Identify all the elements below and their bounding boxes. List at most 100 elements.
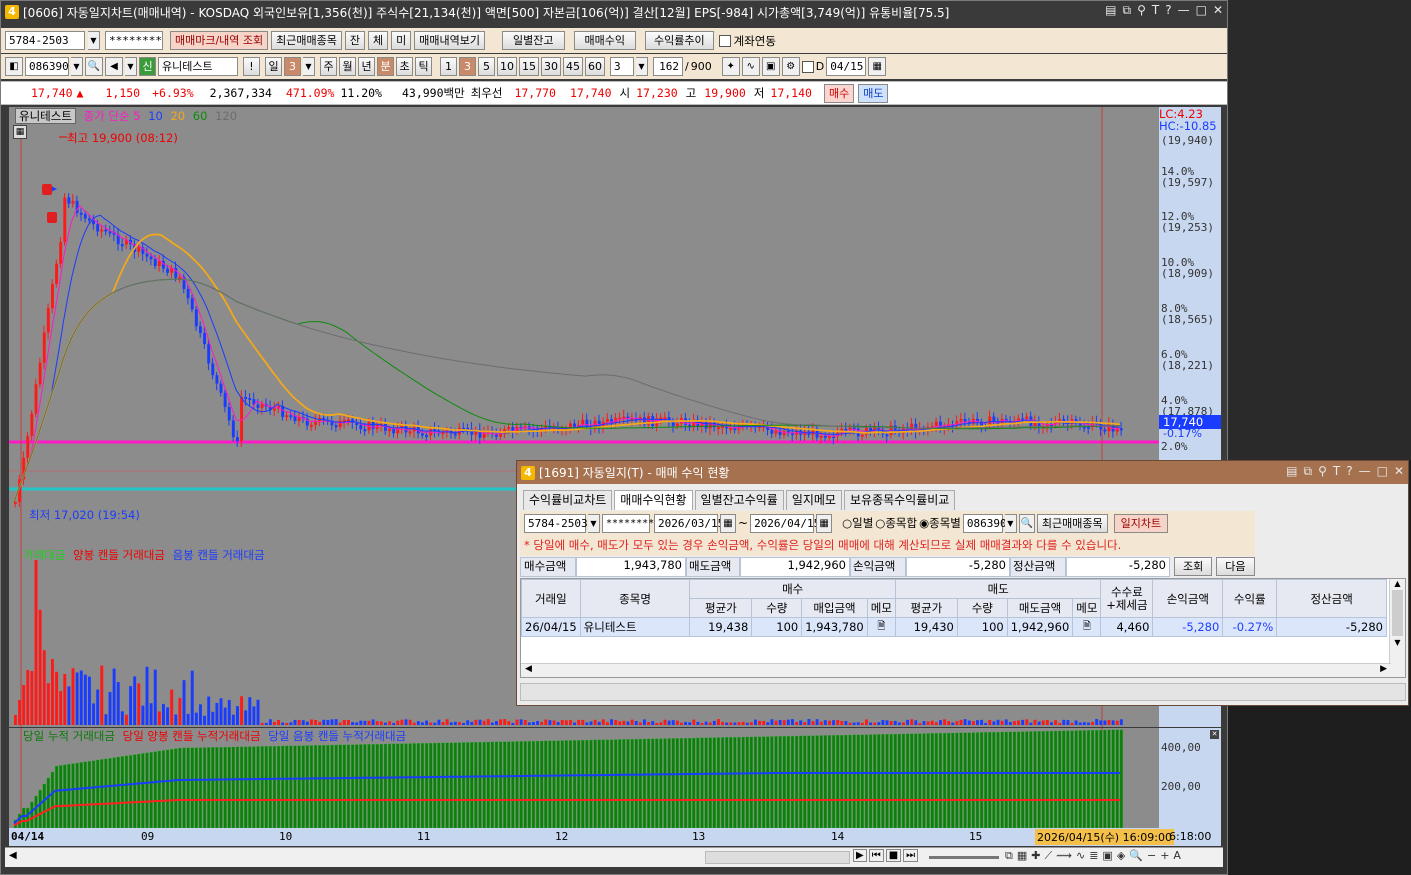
minute-3-button[interactable]: 3 xyxy=(459,57,476,76)
zoom-icon[interactable]: 🔍 xyxy=(1129,849,1143,863)
hscroll-left-icon[interactable]: ◀ xyxy=(525,664,532,674)
minute-45-button[interactable]: 45 xyxy=(563,57,583,76)
tab-journal-memo[interactable]: 일지메모 xyxy=(785,490,842,510)
trade-history-button[interactable]: 매매내역보기 xyxy=(414,31,486,50)
count-input[interactable]: 162 xyxy=(653,57,683,76)
maximize-icon[interactable]: □ xyxy=(1196,3,1207,18)
mi-button[interactable]: 미 xyxy=(391,31,412,50)
help-icon[interactable]: ? xyxy=(1165,3,1171,18)
zoom-out-icon[interactable]: − xyxy=(1147,849,1156,863)
draw-tool-icon[interactable]: ∿ xyxy=(741,57,760,76)
minute-60-button[interactable]: 60 xyxy=(585,57,605,76)
trend-icon[interactable]: ⟿ xyxy=(1056,849,1072,863)
dialog-code-dropdown-icon[interactable]: ▼ xyxy=(1004,513,1017,533)
restore-layout-icon[interactable]: ⧉ xyxy=(1123,3,1132,18)
date-input[interactable]: 04/15 xyxy=(826,57,867,76)
date-to-input[interactable]: 2026/04/15 xyxy=(750,513,820,533)
che-button[interactable]: 체 xyxy=(368,31,389,50)
dialog-font-icon[interactable]: T xyxy=(1333,464,1340,479)
minute-30-button[interactable]: 30 xyxy=(541,57,561,76)
period-week-button[interactable]: 주 xyxy=(320,57,337,76)
mark-query-button[interactable]: 매매마크/내역 조회 xyxy=(170,31,269,50)
period-month-button[interactable]: 월 xyxy=(339,57,356,76)
wave-icon[interactable]: ∿ xyxy=(1076,849,1085,863)
minimize-icon[interactable]: — xyxy=(1178,3,1190,18)
date-from-input[interactable]: 2026/03/15 xyxy=(654,513,724,533)
scroll-up-icon[interactable]: ▲ xyxy=(1390,579,1405,588)
jan-button[interactable]: 잔 xyxy=(344,31,366,50)
chart-settings-icon[interactable]: ▦ xyxy=(13,125,27,139)
pin-icon[interactable]: ⚲ xyxy=(1137,3,1146,18)
font-icon[interactable]: T xyxy=(1152,3,1159,18)
period-day-button[interactable]: 일 xyxy=(265,57,282,76)
next-button[interactable]: 다음 xyxy=(1216,557,1255,576)
sell-button[interactable]: 매도 xyxy=(858,83,889,103)
stack-icon[interactable]: ≣ xyxy=(1089,849,1098,863)
tab-holding-compare[interactable]: 보유종목수익률비교 xyxy=(843,490,956,510)
dialog-pin-icon[interactable]: ⚲ xyxy=(1318,464,1327,479)
forward-icon[interactable]: ⏭ xyxy=(903,849,919,862)
profit-trend-button[interactable]: 수익률추이 xyxy=(644,31,714,50)
dialog-account-dropdown-icon[interactable]: ▼ xyxy=(588,513,600,533)
date-to-calendar-icon[interactable]: ▦ xyxy=(816,513,833,533)
stock-code-dropdown-icon[interactable]: ▼ xyxy=(71,57,83,76)
image-icon[interactable]: ▣ xyxy=(1102,849,1112,863)
buy-memo-icon[interactable]: 🗎 xyxy=(866,617,896,637)
minute-10-button[interactable]: 10 xyxy=(497,57,517,76)
scroll-down-icon[interactable]: ▼ xyxy=(1390,638,1405,647)
tab-trade-profit[interactable]: 매매수익현황 xyxy=(614,490,693,510)
sound-dropdown-icon[interactable]: ▼ xyxy=(125,57,137,76)
radio-daily[interactable]: ○일별 xyxy=(842,515,873,531)
marker-icon[interactable]: ◈ xyxy=(1117,849,1125,863)
calendar-icon[interactable]: ▦ xyxy=(868,57,887,76)
table-horizontal-scrollbar[interactable]: ◀ ▶ xyxy=(521,663,1391,677)
buy-button[interactable]: 매수 xyxy=(823,83,855,103)
crosshair-icon[interactable]: ✚ xyxy=(1031,849,1040,863)
dialog-layout-icon[interactable]: ▤ xyxy=(1286,464,1297,479)
hscroll-right-icon[interactable]: ▶ xyxy=(1380,664,1387,674)
close-icon[interactable]: ✕ xyxy=(1213,3,1223,18)
dialog-password-input[interactable]: ********* xyxy=(602,513,660,533)
account-link-checkbox[interactable] xyxy=(718,34,731,47)
search-icon[interactable]: 🔍 xyxy=(85,57,103,76)
dialog-recent-stocks-button[interactable]: 최근매매종목 xyxy=(1036,513,1108,533)
dialog-close-icon[interactable]: ✕ xyxy=(1394,464,1404,479)
period-n-field[interactable]: 3 xyxy=(284,57,301,76)
rewind-icon[interactable]: ⏮ xyxy=(868,849,884,862)
table-vertical-scrollbar[interactable]: ▲ ▼ xyxy=(1389,579,1405,677)
layout-icon[interactable]: ▤ xyxy=(1105,3,1116,18)
dialog-minimize-icon[interactable]: — xyxy=(1359,464,1371,479)
settings-icon[interactable]: ⚙ xyxy=(781,57,800,76)
dialog-maximize-icon[interactable]: □ xyxy=(1377,464,1388,479)
table-row[interactable]: 26/04/15 유니테스트 19,438 100 1,943,780 🗎 19… xyxy=(521,617,1387,637)
minute-select[interactable]: 3 xyxy=(610,57,634,76)
copy-icon[interactable]: ⧉ xyxy=(1005,849,1013,863)
date-checkbox[interactable] xyxy=(801,60,814,73)
radio-stock-sum[interactable]: ○종목합 xyxy=(875,515,917,531)
dialog-code-input[interactable]: 086390 xyxy=(962,513,1007,533)
dialog-account-input[interactable]: 5784-2503 xyxy=(524,513,588,533)
account-dropdown-icon[interactable]: ▼ xyxy=(88,31,100,50)
chart-menu-icon[interactable]: ◧ xyxy=(5,57,23,76)
zoom-slider[interactable] xyxy=(929,856,999,859)
period-second-button[interactable]: 초 xyxy=(396,57,413,76)
sell-memo-icon[interactable]: 🗎 xyxy=(1072,617,1102,637)
indicator-icon[interactable]: ✦ xyxy=(721,57,740,76)
tab-daily-balance-profit[interactable]: 일별잔고수익률 xyxy=(694,490,784,510)
trade-profit-button[interactable]: 매매수익 xyxy=(573,31,636,50)
radio-by-stock[interactable]: ◉종목별 xyxy=(919,515,961,531)
line-tool-icon[interactable]: ⟋ xyxy=(1044,849,1052,863)
cumulative-close-icon[interactable]: ✕ xyxy=(1210,730,1219,739)
period-year-button[interactable]: 년 xyxy=(358,57,375,76)
save-icon[interactable]: ▣ xyxy=(761,57,780,76)
sound-icon[interactable]: ◀ xyxy=(105,57,123,76)
minute-select-dropdown-icon[interactable]: ▼ xyxy=(636,57,648,76)
period-tick-button[interactable]: 틱 xyxy=(415,57,432,76)
period-minute-button[interactable]: 분 xyxy=(377,57,394,76)
zoom-in-icon[interactable]: + xyxy=(1160,849,1169,863)
text-icon[interactable]: A xyxy=(1173,849,1181,863)
recent-stocks-button[interactable]: 최근매매종목 xyxy=(271,31,342,50)
period-n-dropdown-icon[interactable]: ▼ xyxy=(303,57,315,76)
query-button[interactable]: 조회 xyxy=(1174,557,1213,576)
journal-chart-button[interactable]: 일지차트 xyxy=(1113,513,1169,533)
